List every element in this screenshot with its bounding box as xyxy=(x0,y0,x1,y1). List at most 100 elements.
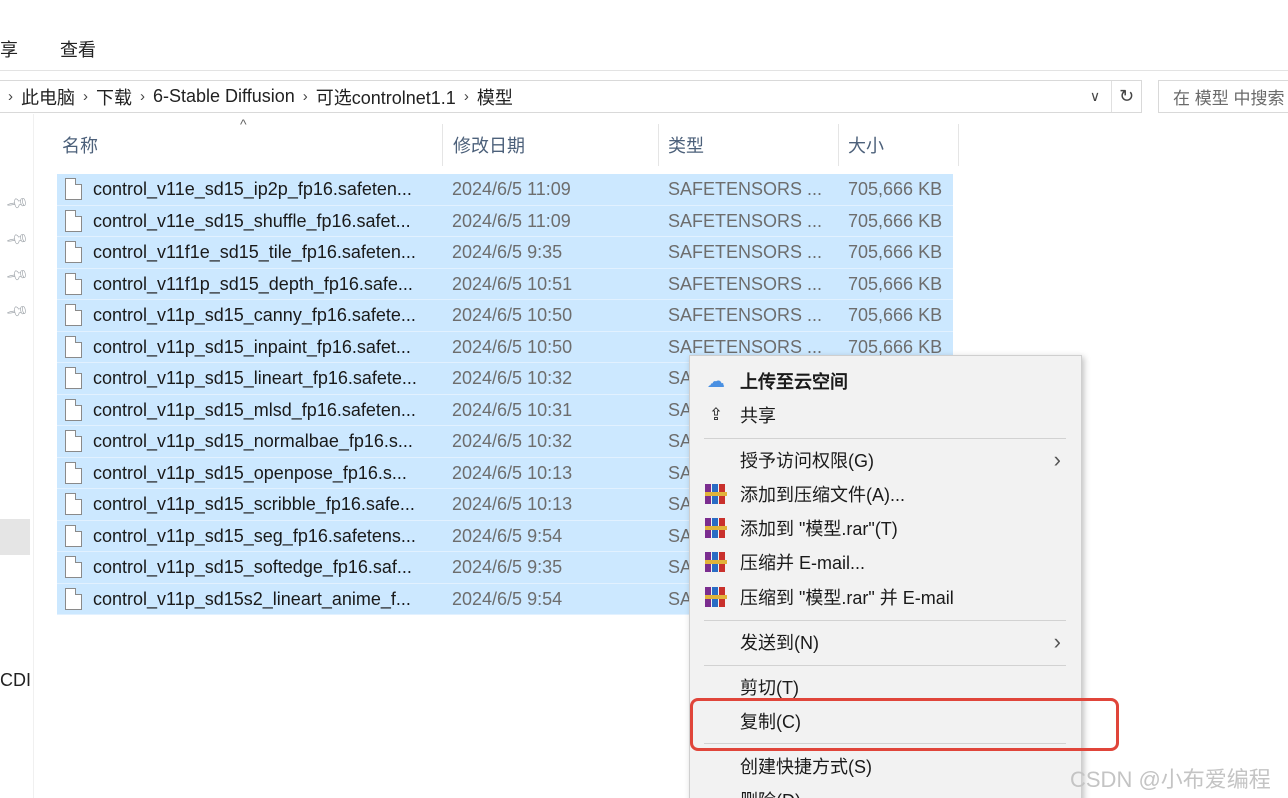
file-date: 2024/6/5 11:09 xyxy=(452,210,571,231)
menu-item-upload-cloud[interactable]: ☁ 上传至云空间 xyxy=(690,364,1081,398)
file-icon xyxy=(65,272,82,295)
menu-item-compress-email[interactable]: 压缩并 E-mail... xyxy=(690,545,1081,579)
menu-label: 压缩到 "模型.rar" 并 E-mail xyxy=(740,588,954,608)
breadcrumb-this-pc[interactable]: 此电脑 xyxy=(21,84,75,110)
chevron-right-icon: › xyxy=(1053,447,1061,472)
chevron-right-icon[interactable]: › xyxy=(0,88,21,105)
file-date: 2024/6/5 10:50 xyxy=(452,336,573,357)
breadcrumb-downloads[interactable]: 下载 xyxy=(96,84,132,110)
winrar-icon xyxy=(705,517,727,539)
menu-item-compress-rar-email[interactable]: 压缩到 "模型.rar" 并 E-mail xyxy=(690,580,1081,614)
file-row[interactable]: control_v11f1e_sd15_tile_fp16.safeten...… xyxy=(57,237,953,269)
file-date: 2024/6/5 9:54 xyxy=(452,588,563,609)
file-name: control_v11p_sd15_seg_fp16.safetens... xyxy=(93,525,416,546)
menu-label: 添加到 "模型.rar"(T) xyxy=(740,519,898,539)
file-icon xyxy=(65,178,82,200)
file-name: control_v11p_sd15_softedge_fp16.saf... xyxy=(93,557,412,577)
menu-item-grant-access[interactable]: 授予访问权限(G) › xyxy=(690,443,1081,477)
tab-share[interactable]: 享 xyxy=(0,34,18,66)
file-row[interactable]: control_v11f1p_sd15_depth_fp16.safe... 20… xyxy=(57,268,953,300)
ribbon-divider xyxy=(0,70,1288,71)
menu-item-add-archive[interactable]: 添加到压缩文件(A)... xyxy=(690,477,1081,511)
file-name: control_v11f1e_sd15_tile_fp16.safeten... xyxy=(93,242,416,262)
file-type: SAFETENSORS ... xyxy=(668,305,823,325)
chevron-right-icon[interactable]: › xyxy=(75,88,96,105)
file-icon xyxy=(65,556,82,578)
file-name: control_v11p_sd15_mlsd_fp16.safeten... xyxy=(93,399,416,420)
file-size: 705,666 KB xyxy=(848,242,943,262)
file-size: 705,666 KB xyxy=(848,210,943,231)
file-row[interactable]: control_v11e_sd15_shuffle_fp16.safet... 2… xyxy=(57,205,953,237)
navigation-pane: 📌︎ 📌︎ 📌︎ 📌︎ xyxy=(0,114,34,798)
menu-item-add-rar[interactable]: 添加到 "模型.rar"(T) xyxy=(690,511,1081,545)
pin-icon: 📌︎ xyxy=(4,299,30,325)
file-date: 2024/6/5 9:54 xyxy=(452,525,563,546)
column-divider[interactable] xyxy=(442,124,443,166)
file-name: control_v11p_sd15_scribble_fp16.safe... xyxy=(93,494,415,514)
search-input[interactable]: 在 模型 中搜索 xyxy=(1158,80,1288,113)
nav-item-label[interactable]: CDI xyxy=(0,670,34,691)
file-icon xyxy=(65,493,82,515)
menu-item-create-shortcut[interactable]: 创建快捷方式(S) xyxy=(690,749,1081,783)
chevron-right-icon[interactable]: › xyxy=(132,88,153,105)
highlight-annotation xyxy=(690,698,1119,751)
search-placeholder: 在 模型 中搜索 xyxy=(1173,89,1285,108)
file-type: SAFETENSORS ... xyxy=(668,242,823,262)
refresh-icon[interactable]: ↻ xyxy=(1111,81,1141,112)
menu-label: 共享 xyxy=(740,406,776,426)
file-name: control_v11p_sd15_canny_fp16.safete... xyxy=(93,305,416,325)
chevron-right-icon[interactable]: › xyxy=(295,88,316,105)
menu-item-delete[interactable]: 删除(D) xyxy=(690,783,1081,798)
breadcrumb-stable-diffusion[interactable]: 6-Stable Diffusion xyxy=(153,86,295,107)
file-name: control_v11p_sd15_openpose_fp16.s... xyxy=(93,462,407,483)
menu-separator xyxy=(704,438,1066,439)
menu-label: 发送到(N) xyxy=(740,633,819,653)
column-header-date[interactable]: 修改日期 xyxy=(453,124,653,166)
column-header-size[interactable]: 大小 xyxy=(848,124,948,166)
file-icon xyxy=(65,461,82,484)
column-date-label: 修改日期 xyxy=(453,136,525,156)
file-name: control_v11e_sd15_ip2p_fp16.safeten... xyxy=(93,179,412,199)
file-date: 2024/6/5 10:13 xyxy=(452,462,573,483)
pin-icon: 📌︎ xyxy=(4,227,30,253)
tab-view[interactable]: 查看 xyxy=(60,34,96,66)
watermark: CSDN @小布爱编程 xyxy=(1070,767,1271,792)
nav-item-selected[interactable] xyxy=(0,519,30,555)
column-divider[interactable] xyxy=(658,124,659,166)
menu-label: 剪切(T) xyxy=(740,678,799,698)
file-icon xyxy=(65,304,82,326)
menu-item-share[interactable]: ⇪ 共享 xyxy=(690,398,1081,432)
share-icon: ⇪ xyxy=(708,405,724,424)
file-date: 2024/6/5 10:31 xyxy=(452,399,573,420)
file-name: control_v11e_sd15_shuffle_fp16.safet... xyxy=(93,210,411,231)
address-bar[interactable]: › 此电脑 › 下载 › 6-Stable Diffusion › 可选cont… xyxy=(0,80,1142,113)
column-divider[interactable] xyxy=(838,124,839,166)
menu-separator xyxy=(704,665,1066,666)
file-row[interactable]: control_v11p_sd15_canny_fp16.safete... 20… xyxy=(57,300,953,332)
chevron-right-icon[interactable]: › xyxy=(456,88,477,105)
file-icon xyxy=(65,241,82,263)
file-row[interactable]: control_v11e_sd15_ip2p_fp16.safeten... 20… xyxy=(57,174,953,206)
file-size: 705,666 KB xyxy=(848,305,943,325)
menu-label: 授予访问权限(G) xyxy=(740,451,874,471)
file-icon xyxy=(65,398,82,421)
file-name: control_v11p_sd15_lineart_fp16.safete... xyxy=(93,368,417,388)
file-date: 2024/6/5 9:35 xyxy=(452,242,563,262)
file-date: 2024/6/5 10:32 xyxy=(452,368,573,388)
winrar-icon xyxy=(705,586,727,608)
file-date: 2024/6/5 10:32 xyxy=(452,431,573,451)
chevron-down-icon[interactable]: ∨ xyxy=(1083,81,1107,112)
file-type: SAFETENSORS ... xyxy=(668,179,823,199)
column-header-name[interactable]: 名称 xyxy=(62,124,442,166)
file-icon xyxy=(65,209,82,232)
file-icon xyxy=(65,335,82,358)
menu-label: 创建快捷方式(S) xyxy=(740,757,872,777)
column-header-type[interactable]: 类型 xyxy=(668,124,828,166)
file-date: 2024/6/5 10:13 xyxy=(452,494,573,514)
breadcrumb-controlnet[interactable]: 可选controlnet1.1 xyxy=(316,84,456,110)
column-divider[interactable] xyxy=(958,124,959,166)
file-icon xyxy=(65,367,82,389)
file-date: 2024/6/5 11:09 xyxy=(452,179,571,199)
menu-item-send-to[interactable]: 发送到(N) › xyxy=(690,625,1081,659)
breadcrumb-models[interactable]: 模型 xyxy=(477,84,513,110)
